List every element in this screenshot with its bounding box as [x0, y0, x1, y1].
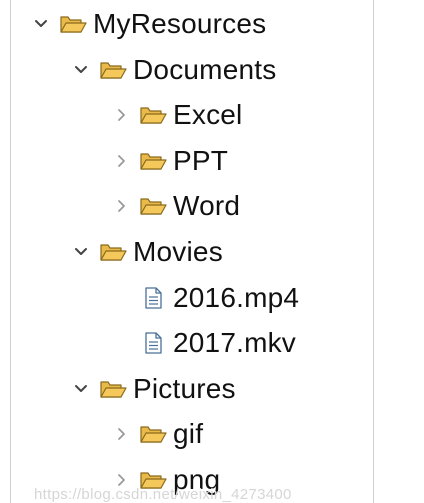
tree-item-file-2017-mkv[interactable]: 2017.mkv [111, 323, 296, 363]
tree-item-label: 2016.mp4 [173, 281, 300, 313]
tree-item-label: 2017.mkv [173, 327, 296, 359]
folder-open-icon [59, 12, 87, 36]
folder-open-icon [139, 103, 167, 127]
tree-item-word[interactable]: Word [111, 186, 240, 226]
chevron-down-icon[interactable] [71, 60, 91, 80]
folder-open-icon [139, 149, 167, 173]
tree-item-ppt[interactable]: PPT [111, 141, 228, 181]
tree-item-label: Documents [133, 53, 277, 85]
tree-item-label: Excel [173, 99, 243, 131]
tree-item-label: Word [173, 190, 241, 222]
file-icon [139, 286, 167, 310]
chevron-right-icon[interactable] [111, 424, 131, 444]
tree-item-label: PPT [173, 144, 229, 176]
tree-item-gif[interactable]: gif [111, 414, 203, 454]
chevron-down-icon[interactable] [71, 242, 91, 262]
resource-tree-panel: MyResources Documents Excel PPT Word Movies 20… [10, 0, 374, 503]
folder-open-icon [99, 240, 127, 264]
chevron-right-icon[interactable] [111, 105, 131, 125]
chevron-down-icon[interactable] [71, 379, 91, 399]
chevron-down-icon[interactable] [31, 14, 51, 34]
tree-item-label: MyResources [93, 8, 267, 39]
folder-open-icon [99, 58, 127, 82]
file-icon [139, 331, 167, 355]
folder-open-icon [139, 422, 167, 446]
tree-item-pictures[interactable]: Pictures [71, 369, 236, 409]
tree-item-label: Pictures [133, 372, 236, 404]
tree-item-file-2016-mp4[interactable]: 2016.mp4 [111, 278, 299, 318]
tree-item-documents[interactable]: Documents [71, 50, 276, 90]
folder-open-icon [139, 194, 167, 218]
chevron-right-icon[interactable] [111, 151, 131, 171]
tree-item-label: gif [173, 418, 204, 450]
watermark-url: https://blog.csdn.net/weixin_4273400 [34, 486, 292, 503]
tree-item-myresources[interactable]: MyResources [31, 4, 266, 44]
tree-item-movies[interactable]: Movies [71, 232, 223, 272]
tree-item-label: Movies [133, 236, 223, 267]
tree-item-excel[interactable]: Excel [111, 95, 242, 135]
chevron-right-icon[interactable] [111, 196, 131, 216]
folder-open-icon [99, 377, 127, 401]
